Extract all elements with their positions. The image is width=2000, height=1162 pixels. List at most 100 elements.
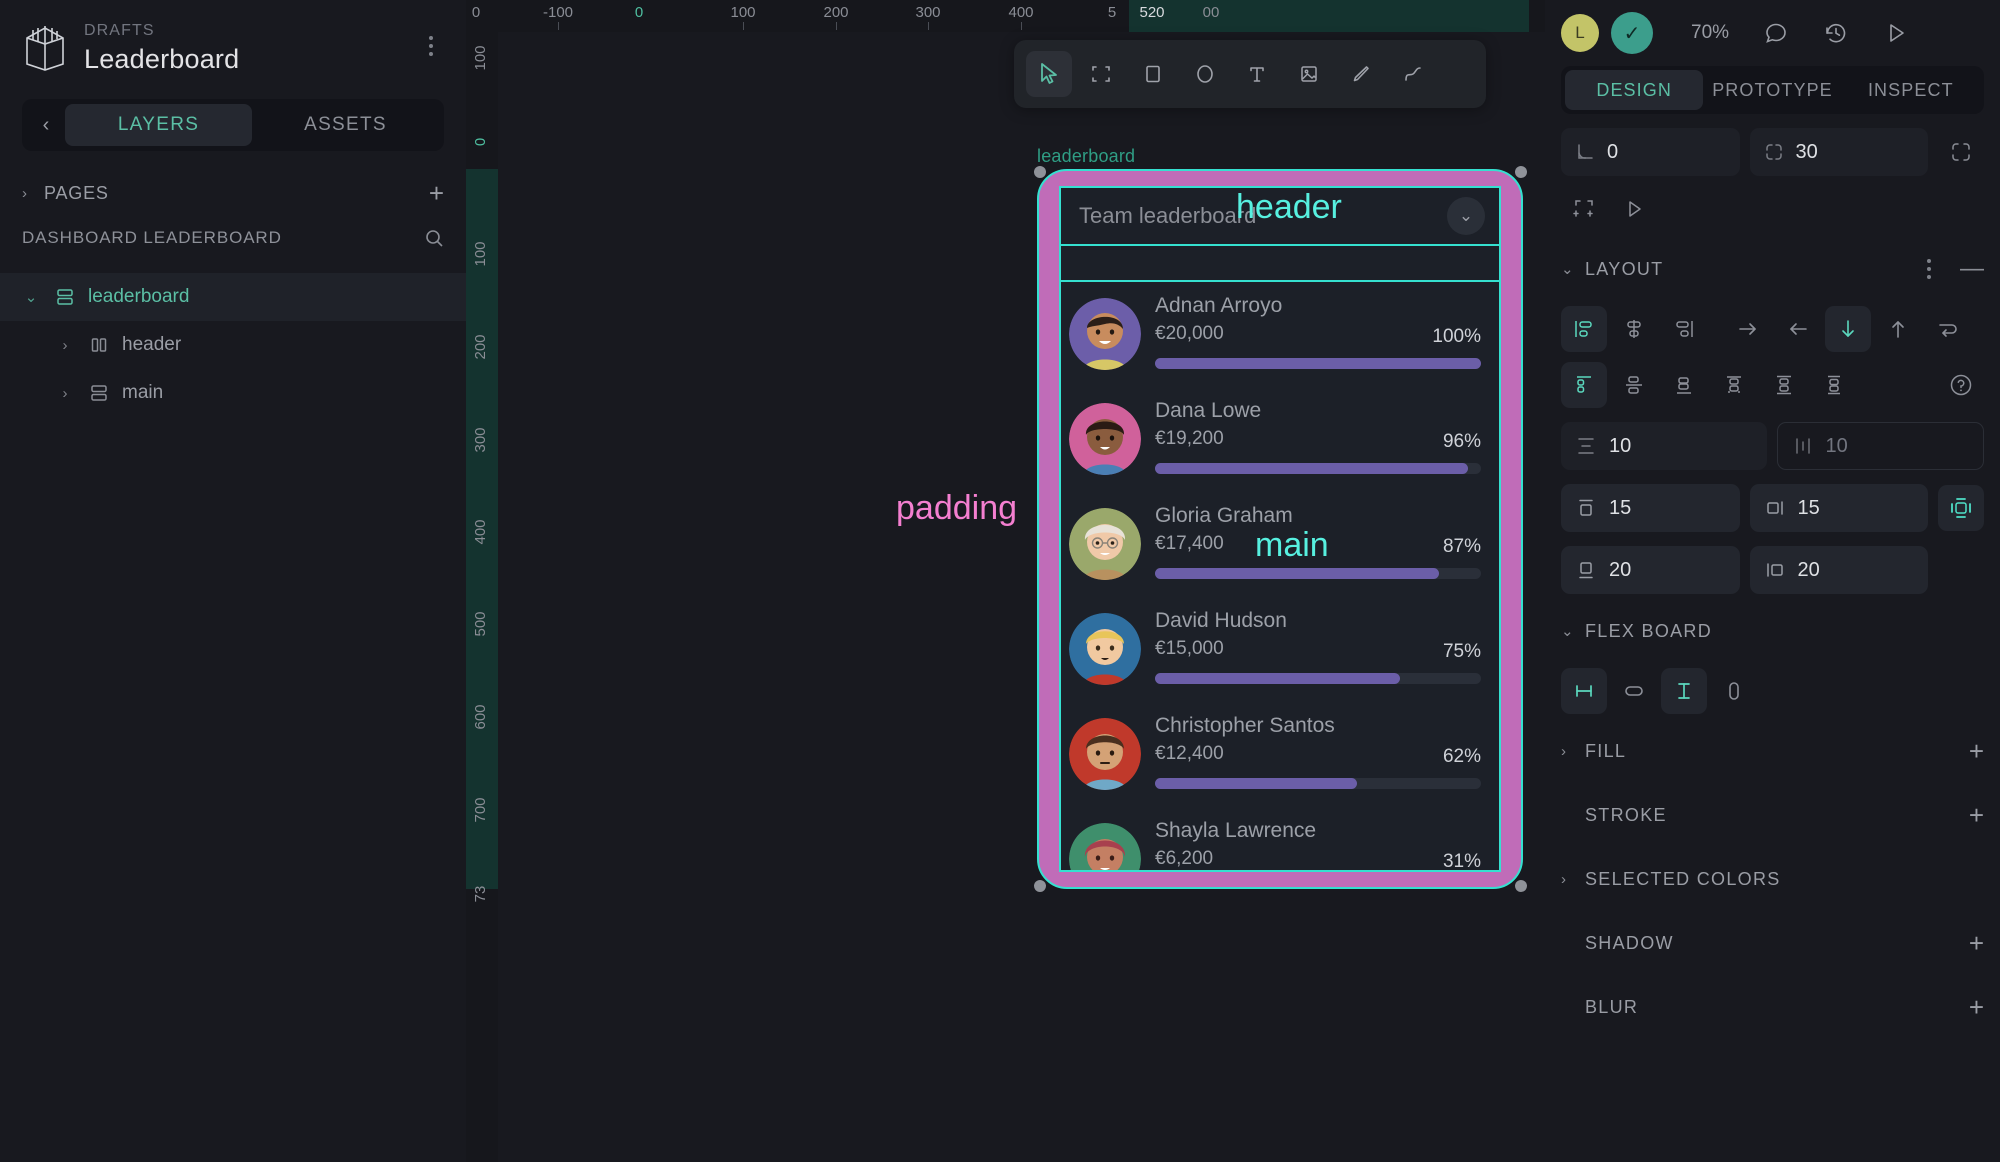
blur-section-header[interactable]: › BLUR +	[1545, 980, 2000, 1034]
zoom-level[interactable]: 70%	[1691, 22, 1729, 44]
auto-height-button[interactable]	[1711, 668, 1757, 714]
play-small-icon[interactable]	[1611, 186, 1657, 232]
column-gap-input[interactable]: 10	[1776, 422, 1984, 470]
list-item[interactable]: Shayla Lawrence €6,200 31%	[1061, 807, 1499, 870]
list-item[interactable]: Dana Lowe €19,200 96%	[1061, 387, 1499, 492]
chevron-right-icon[interactable]: ›	[1561, 871, 1577, 888]
layout-section-header[interactable]: ⌄ LAYOUT —	[1545, 242, 2000, 296]
direction-row-reverse-button[interactable]	[1775, 306, 1821, 352]
stroke-section-header[interactable]: › STROKE +	[1545, 788, 2000, 842]
row-gap-input[interactable]: 10	[1561, 422, 1767, 470]
fix-width-button[interactable]	[1561, 668, 1607, 714]
play-icon[interactable]	[1883, 20, 1909, 46]
pen-tool[interactable]	[1338, 51, 1384, 97]
hug-content-button[interactable]	[1611, 668, 1657, 714]
padding-mode-toggle[interactable]	[1938, 485, 1984, 531]
frame-tool[interactable]	[1078, 51, 1124, 97]
add-stroke-button[interactable]: +	[1969, 802, 1984, 828]
add-fill-button[interactable]: +	[1969, 738, 1984, 764]
vertical-ruler[interactable]: 100 0 100 200 300 400 500 600 700 73	[466, 32, 498, 1162]
layout-help-icon[interactable]	[1938, 362, 1984, 408]
align-center-button[interactable]	[1611, 306, 1657, 352]
justify-center-button[interactable]	[1611, 362, 1657, 408]
search-icon[interactable]	[424, 228, 444, 248]
file-menu-button[interactable]	[418, 30, 444, 62]
radius-input[interactable]: 30	[1749, 128, 1928, 176]
selected-colors-section-header[interactable]: › SELECTED COLORS	[1545, 852, 2000, 906]
chevron-down-icon[interactable]: ⌄	[1561, 260, 1577, 278]
chevron-down-icon[interactable]: ⌄	[1447, 197, 1485, 235]
pages-section-header[interactable]: › PAGES +	[0, 169, 466, 217]
tab-layers[interactable]: LAYERS	[65, 104, 252, 146]
project-book-icon	[22, 24, 68, 72]
stroke-section-title: STROKE	[1585, 804, 1667, 825]
chevron-right-icon[interactable]: ›	[1561, 743, 1577, 760]
tab-assets[interactable]: ASSETS	[252, 104, 439, 146]
justify-space-around-button[interactable]	[1761, 362, 1807, 408]
shadow-section-header[interactable]: › SHADOW +	[1545, 916, 2000, 970]
resize-handle-top-left[interactable]	[1034, 166, 1046, 178]
justify-start-button[interactable]	[1561, 362, 1607, 408]
history-icon[interactable]	[1823, 20, 1849, 46]
user-avatar[interactable]: L	[1561, 14, 1599, 52]
flex-board-section-header[interactable]: ⌄ FLEX BOARD	[1545, 604, 2000, 658]
list-item[interactable]: Christopher Santos €12,400 62%	[1061, 702, 1499, 807]
layer-row-header[interactable]: › header	[0, 321, 466, 369]
rect-tool[interactable]	[1130, 51, 1176, 97]
right-panel-tabs: DESIGN PROTOTYPE INSPECT	[1561, 66, 1984, 114]
wrap-button[interactable]	[1925, 306, 1971, 352]
direction-row-button[interactable]	[1725, 306, 1771, 352]
justify-end-button[interactable]	[1661, 362, 1707, 408]
padding-left-input[interactable]: 20	[1749, 546, 1928, 594]
padding-bottom-input[interactable]: 20	[1561, 546, 1740, 594]
direction-column-reverse-button[interactable]	[1875, 306, 1921, 352]
justify-space-between-button[interactable]	[1711, 362, 1757, 408]
chevron-down-icon[interactable]: ⌄	[14, 288, 48, 306]
tab-prototype[interactable]: PROTOTYPE	[1703, 70, 1841, 110]
horizontal-ruler[interactable]: 0 -100 0 100 200 300 400 5 520 00	[466, 0, 1545, 32]
add-page-button[interactable]: +	[429, 180, 444, 206]
tab-inspect[interactable]: INSPECT	[1842, 70, 1980, 110]
pointer-tool[interactable]	[1026, 51, 1072, 97]
chevron-right-icon[interactable]: ›	[48, 385, 82, 402]
independent-corners-button[interactable]	[1938, 129, 1984, 175]
remove-layout-button[interactable]: —	[1960, 257, 1984, 281]
avatar	[1069, 298, 1141, 370]
align-end-button[interactable]	[1661, 306, 1707, 352]
chevron-right-icon[interactable]: ›	[48, 337, 82, 354]
layer-row-main[interactable]: › main	[0, 369, 466, 417]
page-item-dashboard-leaderboard[interactable]: DASHBOARD LEADERBOARD	[0, 217, 466, 259]
participant-percent: 100%	[1432, 326, 1481, 347]
resize-handle-top-right[interactable]	[1515, 166, 1527, 178]
list-item[interactable]: David Hudson €15,000 75%	[1061, 597, 1499, 702]
fill-section-header[interactable]: › FILL +	[1545, 724, 2000, 778]
justify-space-evenly-button[interactable]	[1811, 362, 1857, 408]
rotation-input[interactable]: 0	[1561, 128, 1740, 176]
resize-handle-bottom-right[interactable]	[1515, 880, 1527, 892]
layout-options-button[interactable]	[1916, 253, 1942, 285]
size-constraints-icon[interactable]	[1561, 186, 1607, 232]
padding-right-input[interactable]: 15	[1749, 484, 1928, 532]
add-blur-button[interactable]: +	[1969, 994, 1984, 1020]
add-shadow-button[interactable]: +	[1969, 930, 1984, 956]
ellipse-tool[interactable]	[1182, 51, 1228, 97]
chevron-down-icon[interactable]: ⌄	[1561, 622, 1577, 640]
column-gap-icon	[1792, 435, 1814, 457]
resize-handle-bottom-left[interactable]	[1034, 880, 1046, 892]
padding-top-input[interactable]: 15	[1561, 484, 1740, 532]
canvas[interactable]: 0 -100 0 100 200 300 400 5 520 00 100 0 …	[466, 0, 1545, 1162]
image-tool[interactable]	[1286, 51, 1332, 97]
layer-row-leaderboard[interactable]: ⌄ leaderboard	[0, 273, 466, 321]
collapse-sidebar-button[interactable]: ‹	[27, 114, 65, 137]
align-start-button[interactable]	[1561, 306, 1607, 352]
path-tool[interactable]	[1390, 51, 1436, 97]
layer-label: leaderboard	[88, 286, 190, 307]
tab-design[interactable]: DESIGN	[1565, 70, 1704, 110]
list-item-body: Adnan Arroyo €20,000 100%	[1155, 294, 1481, 369]
comment-icon[interactable]	[1763, 20, 1789, 46]
direction-column-button[interactable]	[1825, 306, 1871, 352]
text-tool[interactable]	[1234, 51, 1280, 97]
artboard-name-label[interactable]: leaderboard	[1037, 146, 1135, 167]
list-item[interactable]: Adnan Arroyo €20,000 100%	[1061, 282, 1499, 387]
fill-height-button[interactable]	[1661, 668, 1707, 714]
